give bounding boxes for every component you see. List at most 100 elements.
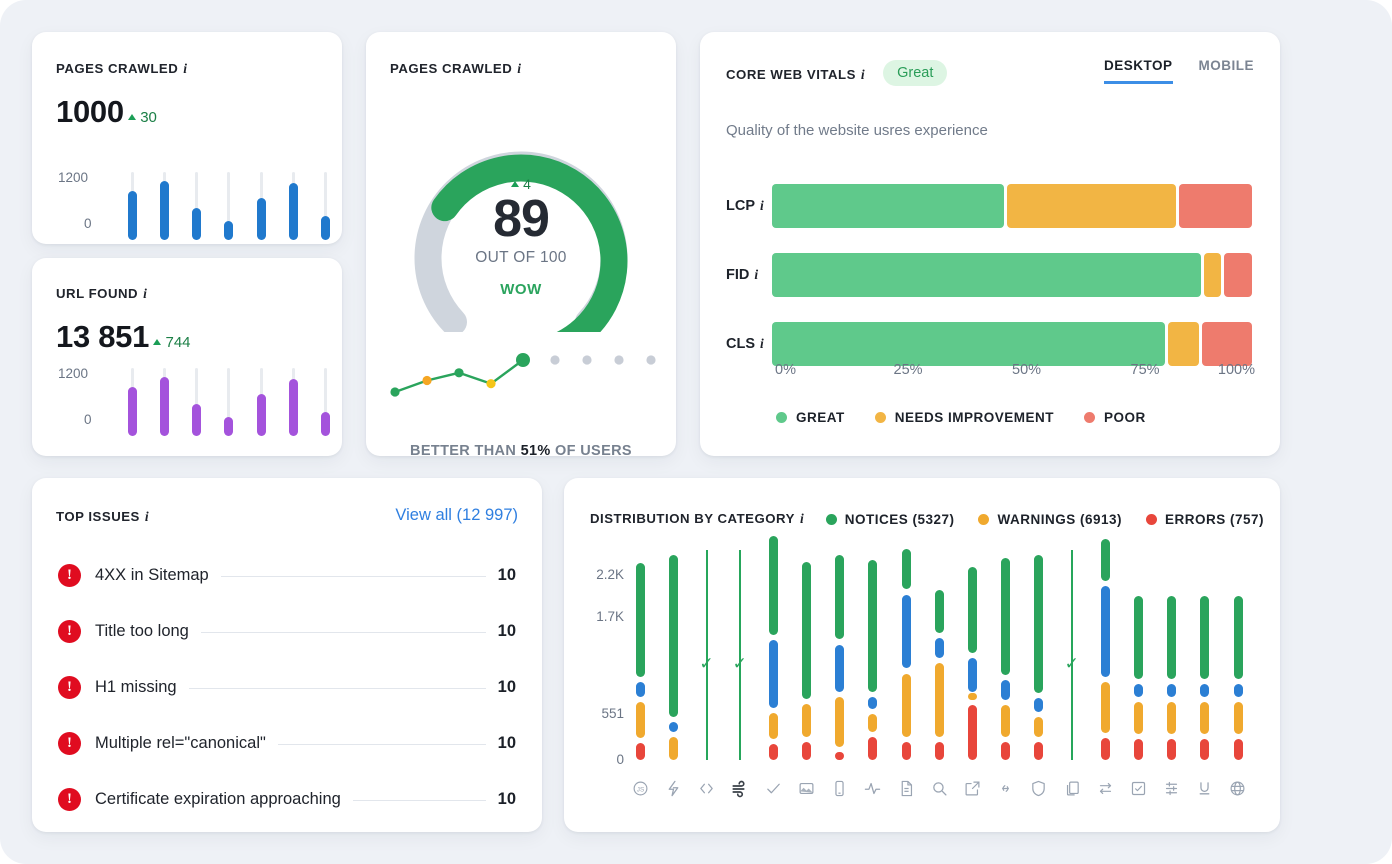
mini-bar-chart-url-found (128, 368, 328, 436)
issue-count: 10 (498, 678, 516, 697)
y-axis-top-label: 1200 (58, 366, 88, 381)
distribution-segment-blue (636, 682, 645, 697)
triangle-up-icon (153, 339, 161, 345)
info-icon[interactable]: i (760, 198, 764, 214)
sparkline-point (614, 355, 623, 364)
mini-bar-column (257, 368, 264, 436)
distribution-segment-notices (902, 549, 911, 589)
distribution-column[interactable] (669, 550, 678, 760)
distribution-column[interactable] (1034, 550, 1043, 760)
mini-bar-column (289, 368, 296, 436)
distribution-column[interactable] (1134, 550, 1143, 760)
js-icon[interactable]: JS (624, 780, 657, 798)
info-icon[interactable]: i (145, 509, 149, 525)
search-icon[interactable] (923, 780, 956, 798)
cwv-segment-needs-improvement[interactable] (1204, 253, 1221, 297)
distribution-column[interactable] (902, 550, 911, 760)
list-item[interactable]: !Multiple rel="canonical"10 (58, 732, 516, 755)
footer-suffix: OF USERS (551, 443, 632, 459)
code-icon[interactable] (690, 780, 723, 798)
document-icon[interactable] (890, 780, 923, 798)
cwv-stacked-bar (772, 322, 1252, 366)
cwv-x-tick: 25% (894, 362, 923, 378)
distribution-column[interactable] (1200, 550, 1209, 760)
tab-desktop[interactable]: DESKTOP (1104, 58, 1173, 84)
mini-bar-column (321, 172, 328, 240)
info-icon[interactable]: i (754, 267, 758, 283)
mini-bar-chart-pages-crawled (128, 172, 328, 240)
distribution-column[interactable] (1101, 550, 1110, 760)
globe-icon[interactable] (1221, 780, 1254, 798)
sparkline-point (486, 379, 495, 388)
check-icon[interactable] (757, 780, 790, 798)
distribution-segment-blue (1134, 684, 1143, 698)
info-icon[interactable]: i (143, 286, 147, 302)
distribution-column[interactable]: ✓ (1068, 550, 1077, 760)
sparkline-point (516, 353, 530, 367)
link-icon[interactable] (989, 780, 1022, 798)
swap-icon[interactable] (1089, 780, 1122, 798)
distribution-segment-blue (935, 638, 944, 658)
distribution-column[interactable] (935, 550, 944, 760)
distribution-column[interactable] (968, 550, 977, 760)
distribution-segment-notices (1101, 539, 1110, 581)
legend-item: GREAT (776, 410, 845, 425)
sliders-icon[interactable] (1155, 780, 1188, 798)
metric-delta: 30 (128, 109, 157, 126)
distribution-segment-blue (1234, 684, 1243, 698)
distribution-column[interactable] (1234, 550, 1243, 760)
issue-count: 10 (498, 622, 516, 641)
mini-bar-fill (257, 198, 266, 241)
distribution-column[interactable] (835, 550, 844, 760)
distribution-column[interactable] (868, 550, 877, 760)
cwv-segment-great[interactable] (772, 322, 1165, 366)
distribution-column[interactable] (802, 550, 811, 760)
cwv-segment-needs-improvement[interactable] (1007, 184, 1175, 228)
mini-bar-fill (128, 191, 137, 240)
info-icon[interactable]: i (861, 67, 865, 83)
list-item[interactable]: !Title too long10 (58, 620, 516, 643)
mobile-icon[interactable] (823, 780, 856, 798)
checkbox-icon[interactable] (1122, 780, 1155, 798)
info-icon[interactable]: i (183, 61, 187, 77)
distribution-column[interactable]: ✓ (736, 550, 745, 760)
distribution-column[interactable] (769, 550, 778, 760)
cwv-row-cls: CLSi (726, 322, 1252, 366)
gauge-center-labels: 4 89 OUT OF 100 WOW (394, 176, 648, 298)
info-icon[interactable]: i (760, 336, 764, 352)
mini-bar-fill (160, 377, 169, 436)
distribution-column[interactable] (1001, 550, 1010, 760)
metric-value: 13 851 (56, 319, 149, 354)
issue-count: 10 (498, 790, 516, 809)
list-item[interactable]: !Certificate expiration approaching10 (58, 788, 516, 811)
cwv-segment-needs-improvement[interactable] (1168, 322, 1199, 366)
cwv-segment-poor[interactable] (1202, 322, 1252, 366)
list-item[interactable]: !4XX in Sitemap10 (58, 564, 516, 587)
external-link-icon[interactable] (956, 780, 989, 798)
distribution-segment-errors (769, 744, 778, 760)
lightning-icon[interactable] (657, 780, 690, 798)
list-item[interactable]: !H1 missing10 (58, 676, 516, 699)
tab-mobile[interactable]: MOBILE (1199, 58, 1255, 84)
mini-bar-column (224, 172, 231, 240)
distribution-column[interactable] (636, 550, 645, 760)
wind-icon[interactable] (724, 780, 757, 798)
view-all-link[interactable]: View all (12 997) (395, 506, 518, 525)
distribution-column[interactable]: ✓ (702, 550, 711, 760)
distribution-segment-notices (868, 560, 877, 692)
cwv-segment-great[interactable] (772, 253, 1201, 297)
info-icon[interactable]: i (517, 61, 521, 77)
distribution-column[interactable] (1167, 550, 1176, 760)
underline-icon[interactable] (1188, 780, 1221, 798)
pulse-icon[interactable] (856, 780, 889, 798)
mini-bar-column (160, 172, 167, 240)
image-icon[interactable] (790, 780, 823, 798)
dashboard-root: PAGES CRAWLEDi 1000 30 1200 0 URL FOUNDi… (0, 0, 1392, 864)
copy-icon[interactable] (1055, 780, 1088, 798)
cwv-segment-great[interactable] (772, 184, 1004, 228)
cwv-segment-poor[interactable] (1224, 253, 1252, 297)
cwv-segment-poor[interactable] (1179, 184, 1252, 228)
mini-bar-fill (160, 181, 169, 240)
distribution-segment-warnings (968, 693, 977, 700)
shield-icon[interactable] (1022, 780, 1055, 798)
